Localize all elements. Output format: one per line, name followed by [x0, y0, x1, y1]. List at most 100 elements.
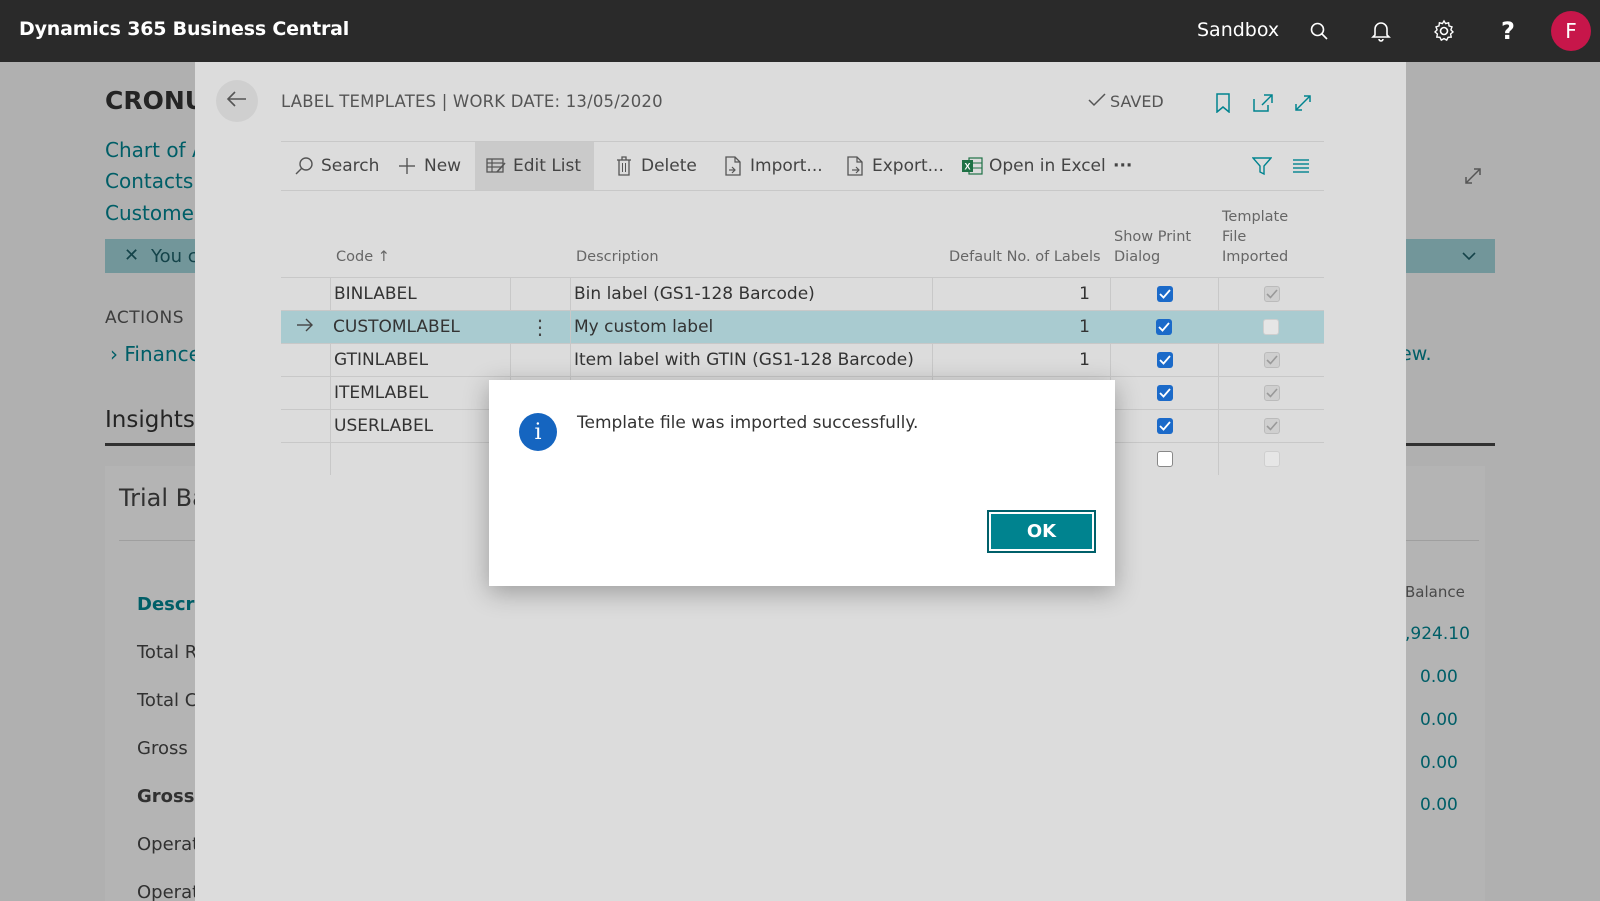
header-line: Imported: [1222, 249, 1289, 265]
svg-text:X: X: [964, 162, 970, 172]
column-header-default-labels[interactable]: Default No. of Labels: [949, 247, 1101, 267]
header-line: File: [1222, 229, 1247, 245]
checkbox-disabled-checked-icon: [1263, 418, 1280, 434]
labels-cell[interactable]: 1: [932, 344, 1110, 376]
export-file-icon: [844, 155, 866, 177]
show-print-cell[interactable]: [1110, 344, 1218, 376]
show-print-cell[interactable]: [1110, 443, 1218, 475]
row-menu-cell: [510, 344, 570, 376]
saved-status: SAVED: [1088, 92, 1164, 111]
excel-icon: X: [961, 155, 983, 177]
checkbox-disabled-checked-icon: [1263, 352, 1280, 368]
imported-cell: [1218, 443, 1324, 475]
checkbox-checked-icon[interactable]: [1156, 286, 1173, 302]
import-button[interactable]: Import...: [712, 142, 833, 190]
labels-cell[interactable]: 1: [932, 278, 1110, 310]
code-cell[interactable]: GTINLABEL: [330, 344, 510, 376]
code-cell[interactable]: CUSTOMLABEL: [330, 311, 510, 343]
settings-gear-icon[interactable]: [1431, 18, 1457, 44]
sort-ascending-icon: ↑: [377, 249, 390, 265]
show-print-cell[interactable]: [1110, 410, 1218, 442]
code-cell[interactable]: BINLABEL: [330, 278, 510, 310]
search-icon: [293, 155, 315, 177]
open-in-excel-label: Open in Excel: [989, 156, 1106, 176]
checkbox-checked-icon[interactable]: [1156, 418, 1173, 434]
imported-cell: [1218, 344, 1324, 376]
table-row[interactable]: BINLABEL Bin label (GS1-128 Barcode) 1: [281, 277, 1324, 310]
imported-cell: [1218, 311, 1324, 343]
dialog-message: Template file was imported successfully.: [577, 413, 919, 433]
top-bar: Dynamics 365 Business Central Sandbox ? …: [0, 0, 1600, 62]
column-header-show-print-dialog[interactable]: Show Print Dialog: [1114, 227, 1191, 267]
import-label: Import...: [750, 156, 823, 176]
show-print-cell[interactable]: [1110, 278, 1218, 310]
description-cell[interactable]: Item label with GTIN (GS1-128 Barcode): [570, 344, 932, 376]
back-button[interactable]: [216, 80, 258, 122]
arrow-left-icon: [226, 90, 248, 112]
edit-list-icon: [485, 155, 507, 177]
new-button[interactable]: New: [386, 142, 471, 190]
info-icon: i: [519, 413, 557, 451]
show-print-cell[interactable]: [1110, 311, 1218, 343]
checkbox-disabled-unchecked-icon: [1263, 319, 1279, 335]
code-cell[interactable]: USERLABEL: [330, 410, 510, 442]
ok-button[interactable]: OK: [987, 510, 1096, 553]
checkbox-checked-icon[interactable]: [1156, 319, 1172, 335]
row-menu-cell: [510, 278, 570, 310]
edit-list-button[interactable]: Edit List: [475, 142, 594, 190]
delete-label: Delete: [641, 156, 697, 176]
search-label: Search: [321, 156, 380, 176]
search-icon[interactable]: [1306, 18, 1332, 44]
table-row-selected[interactable]: CUSTOMLABEL ⋮ My custom label 1: [281, 310, 1324, 343]
row-actions-ellipsis-icon[interactable]: ⋮: [510, 311, 570, 343]
column-header-code[interactable]: Code ↑: [336, 247, 390, 267]
imported-cell: [1218, 410, 1324, 442]
open-new-window-icon[interactable]: [1251, 91, 1275, 115]
export-label: Export...: [872, 156, 944, 176]
delete-button[interactable]: Delete: [603, 142, 707, 190]
bookmark-icon[interactable]: [1211, 91, 1235, 115]
open-in-excel-button[interactable]: X Open in Excel: [951, 142, 1116, 190]
notification-bell-icon[interactable]: [1368, 18, 1394, 44]
edit-list-label: Edit List: [513, 156, 582, 176]
column-header-template-imported[interactable]: Template File Imported: [1222, 207, 1288, 267]
search-button[interactable]: Search: [283, 142, 389, 190]
code-cell[interactable]: [330, 443, 510, 475]
filter-icon[interactable]: [1242, 142, 1282, 190]
labels-cell[interactable]: 1: [932, 311, 1110, 343]
plus-icon: [396, 155, 418, 177]
page-title: LABEL TEMPLATES | WORK DATE: 13/05/2020: [281, 92, 663, 111]
message-dialog: i Template file was imported successfull…: [489, 380, 1115, 586]
expand-icon[interactable]: [1291, 91, 1315, 115]
description-cell[interactable]: My custom label: [570, 311, 932, 343]
more-options-button[interactable]: ···: [1103, 142, 1142, 190]
new-label: New: [424, 156, 462, 176]
code-cell[interactable]: ITEMLABEL: [330, 377, 510, 409]
show-print-cell[interactable]: [1110, 377, 1218, 409]
saved-label: SAVED: [1110, 92, 1164, 111]
checkbox-disabled-checked-icon: [1263, 286, 1280, 302]
help-icon[interactable]: ?: [1495, 17, 1521, 45]
description-cell[interactable]: Bin label (GS1-128 Barcode): [570, 278, 932, 310]
app-title[interactable]: Dynamics 365 Business Central: [19, 18, 349, 40]
checkbox-disabled-unchecked-icon: [1263, 451, 1280, 467]
table-row[interactable]: GTINLABEL Item label with GTIN (GS1-128 …: [281, 343, 1324, 376]
checkbox-disabled-checked-icon: [1263, 385, 1280, 401]
list-view-icon[interactable]: [1281, 142, 1321, 190]
checkbox-checked-icon[interactable]: [1156, 385, 1173, 401]
header-line: Dialog: [1114, 249, 1161, 265]
action-bar: Search New Edit List Delete Import... Ex…: [281, 141, 1324, 191]
imported-cell: [1218, 377, 1324, 409]
environment-name: Sandbox: [1197, 19, 1280, 41]
trash-icon: [613, 155, 635, 177]
code-header-label: Code: [336, 249, 374, 265]
column-header-description[interactable]: Description: [576, 247, 659, 267]
export-button[interactable]: Export...: [834, 142, 954, 190]
import-file-icon: [722, 155, 744, 177]
user-avatar[interactable]: F: [1551, 11, 1591, 51]
header-line: Template: [1222, 209, 1289, 225]
header-line: Show Print: [1114, 229, 1192, 245]
checkbox-unchecked-icon[interactable]: [1156, 451, 1173, 467]
checkbox-checked-icon[interactable]: [1156, 352, 1173, 368]
checkmark-icon: [1088, 92, 1106, 111]
